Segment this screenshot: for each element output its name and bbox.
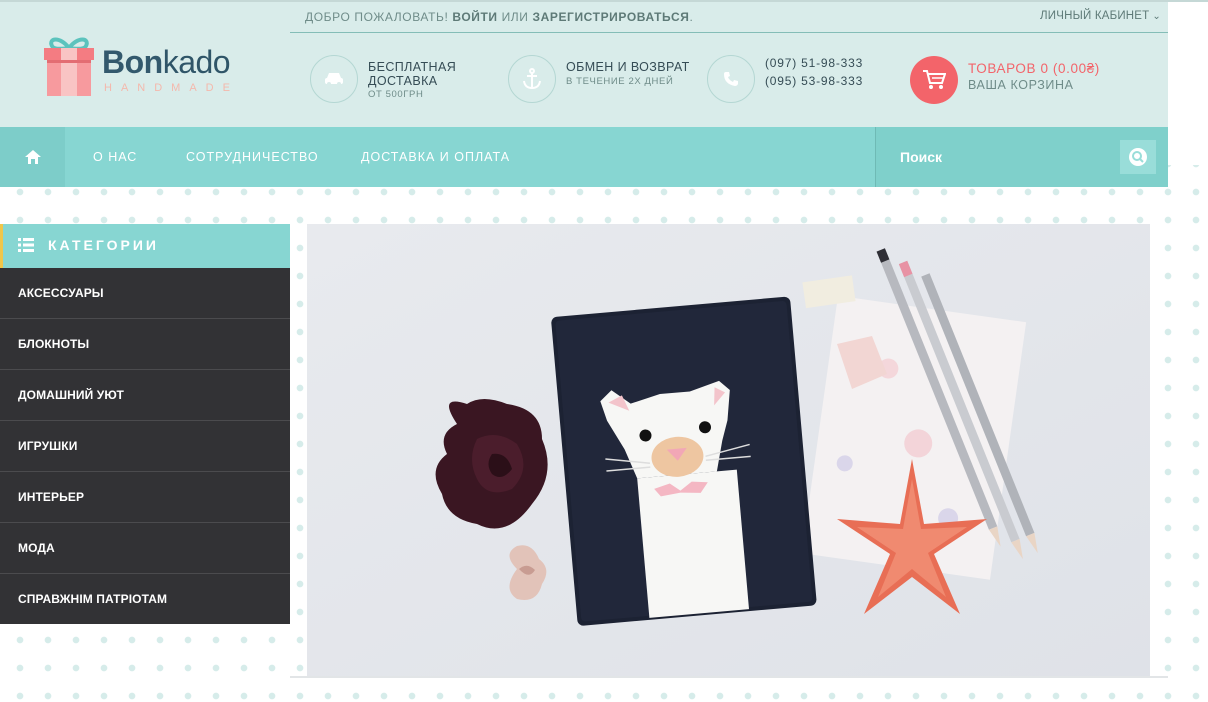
welcome-text: Добро пожаловать! — [305, 10, 449, 24]
divider — [290, 676, 1168, 678]
category-title: Категории — [48, 237, 159, 253]
feature-exchange-subtitle: в течение 2х дней — [566, 76, 674, 87]
phone-number-1[interactable]: (097) 51-98-333 — [765, 56, 863, 70]
feature-delivery-subtitle: от 500грн — [368, 89, 424, 100]
home-icon — [24, 150, 41, 164]
category-header: Категории — [0, 224, 290, 268]
phone-number-2[interactable]: (095) 53-98-333 — [765, 74, 863, 88]
category-menu: Категории Аксессуары Блокноты Домашний у… — [0, 224, 290, 624]
search-button[interactable] — [1120, 140, 1156, 174]
logo-word-bon: Bon — [102, 44, 163, 80]
logo-subtitle: Handmade — [104, 82, 239, 94]
welcome-bar: Добро пожаловать! Войти или Зарегистриро… — [305, 10, 693, 24]
hero-banner[interactable] — [307, 224, 1150, 676]
cart-subtitle: Ваша корзина — [968, 78, 1074, 92]
category-label: Блокноты — [18, 337, 90, 351]
account-menu[interactable]: Личный кабинет ⌄ — [1040, 10, 1161, 22]
banner-image — [307, 224, 1150, 676]
category-item-accessories[interactable]: Аксессуары — [0, 268, 290, 319]
logo-wordmark: Bonkado — [102, 44, 231, 81]
category-label: Домашний уют — [18, 388, 124, 402]
home-button[interactable] — [0, 127, 65, 187]
chevron-down-icon: ⌄ — [1152, 11, 1161, 22]
top-edge — [0, 0, 1208, 2]
phone-icon — [707, 55, 755, 103]
nav-about[interactable]: О нас — [93, 150, 137, 164]
feature-exchange-title: Обмен и возврат — [566, 60, 690, 74]
list-icon — [18, 238, 34, 252]
cart-icon — [923, 70, 946, 89]
register-link[interactable]: Зарегистрироваться — [532, 10, 689, 24]
cart-total[interactable]: Товаров 0 (0.00₴) — [968, 61, 1100, 76]
category-item-fashion[interactable]: Мода — [0, 523, 290, 574]
category-item-home-comfort[interactable]: Домашний уют — [0, 370, 290, 421]
main-nav: О нас Сотрудничество Доставка и оплата — [0, 127, 1168, 187]
car-icon — [310, 55, 358, 103]
account-label: Личный кабинет — [1040, 10, 1150, 22]
search-icon — [1129, 148, 1147, 166]
category-label: Аксессуары — [18, 286, 104, 300]
category-item-notebooks[interactable]: Блокноты — [0, 319, 290, 370]
divider — [290, 32, 1168, 33]
category-label: Мода — [18, 541, 55, 555]
category-item-interior[interactable]: Интерьер — [0, 472, 290, 523]
anchor-icon — [508, 55, 556, 103]
nav-cooperation[interactable]: Сотрудничество — [186, 150, 319, 164]
search-input[interactable] — [900, 145, 1130, 169]
or-text: или — [501, 10, 529, 24]
gift-box-icon — [44, 37, 94, 96]
category-item-toys[interactable]: Игрушки — [0, 421, 290, 472]
login-link[interactable]: Войти — [452, 10, 497, 24]
welcome-suffix: . — [689, 10, 694, 24]
logo-word-kado: kado — [162, 44, 231, 80]
feature-delivery-line2: доставка — [368, 74, 438, 88]
cart-button[interactable] — [910, 56, 958, 104]
category-label: Интерьер — [18, 490, 85, 504]
feature-delivery-title: Бесплатная доставка — [368, 60, 456, 88]
feature-delivery-line1: Бесплатная — [368, 60, 457, 74]
search-box — [875, 127, 1168, 187]
category-label: Справжнім патріотам — [18, 592, 168, 606]
category-label: Игрушки — [18, 439, 78, 453]
nav-delivery-payment[interactable]: Доставка и оплата — [361, 150, 510, 164]
category-item-patriots[interactable]: Справжнім патріотам — [0, 574, 290, 624]
site-logo[interactable]: Bonkado Handmade — [40, 34, 260, 98]
